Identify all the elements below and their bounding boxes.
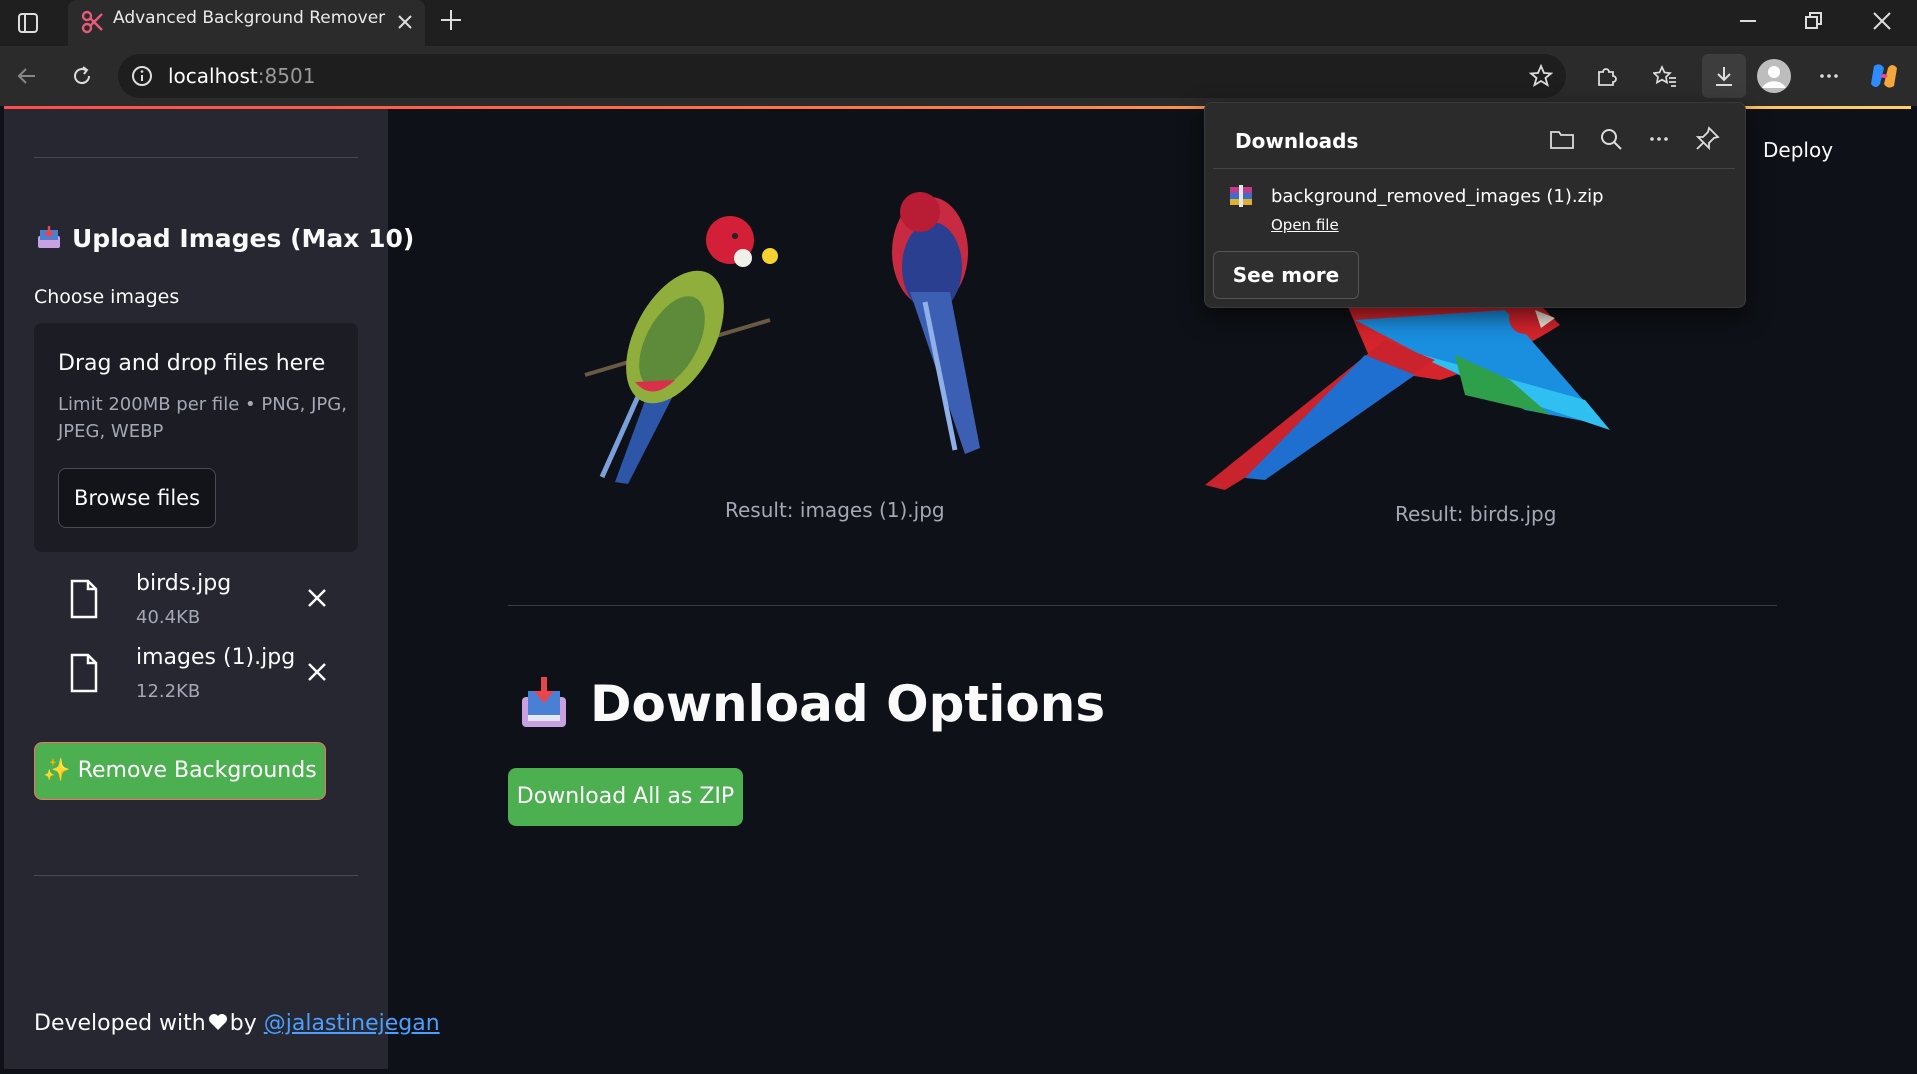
- result-image: [580, 192, 1000, 484]
- tab-title: Advanced Background Remover: [113, 8, 386, 28]
- uploaded-file-item: images (1).jpg 12.2KB: [64, 645, 344, 709]
- dropzone-subtitle: Limit 200MB per file • PNG, JPG, JPEG, W…: [58, 394, 347, 442]
- favorites-icon[interactable]: [1647, 58, 1683, 94]
- download-options-heading: Download Options: [520, 675, 1105, 733]
- downloads-separator: [1213, 168, 1735, 169]
- main-divider: [508, 605, 1777, 606]
- file-name: images (1).jpg: [136, 645, 296, 670]
- uploaded-file-item: birds.jpg 40.4KB: [64, 571, 344, 635]
- sidebar-heading: Upload Images (Max 10): [36, 224, 414, 253]
- browser-tab[interactable]: Advanced Background Remover: [68, 0, 425, 46]
- url-text[interactable]: localhost:8501: [168, 64, 315, 88]
- file-size: 12.2KB: [136, 681, 201, 702]
- pin-icon[interactable]: [1693, 125, 1721, 153]
- address-bar[interactable]: localhost:8501: [118, 54, 1566, 98]
- search-icon[interactable]: [1597, 125, 1625, 153]
- result-caption: Result: images (1).jpg: [725, 498, 945, 522]
- minimize-icon[interactable]: [1713, 0, 1783, 42]
- scissors-favicon-icon: [80, 9, 106, 35]
- author-link[interactable]: @jalastinejegan: [264, 1011, 440, 1036]
- footer-credit: Developed with by @jalastinejegan: [34, 1011, 440, 1036]
- refresh-icon[interactable]: [64, 58, 100, 94]
- open-file-link[interactable]: Open file: [1271, 216, 1339, 234]
- result-caption: Result: birds.jpg: [1395, 502, 1557, 526]
- download-zip-button[interactable]: Download All as ZIP: [508, 768, 743, 826]
- sidebar-divider-top: [34, 157, 358, 158]
- close-icon[interactable]: [393, 10, 417, 34]
- downloads-panel: Downloads background_removed_images (1).…: [1204, 102, 1746, 308]
- url-host: localhost: [168, 64, 258, 88]
- see-more-button[interactable]: See more: [1213, 251, 1359, 299]
- sidebar-heading-text: Upload Images (Max 10): [72, 224, 415, 253]
- inbox-tray-icon: [36, 224, 62, 250]
- dropzone-title: Drag and drop files here: [58, 351, 326, 376]
- choose-images-label: Choose images: [34, 286, 180, 308]
- file-name: birds.jpg: [136, 571, 232, 596]
- downloads-title: Downloads: [1235, 129, 1359, 153]
- tab-actions-icon[interactable]: [14, 9, 42, 37]
- deploy-button[interactable]: Deploy: [1763, 138, 1833, 162]
- footer-prefix: Developed with: [34, 1011, 206, 1036]
- download-icon[interactable]: [1702, 54, 1746, 98]
- heart-icon: [208, 1012, 228, 1030]
- restore-icon[interactable]: [1779, 0, 1849, 42]
- more-options-icon[interactable]: [1645, 125, 1673, 153]
- file-icon: [68, 653, 100, 693]
- file-size: 40.4KB: [136, 607, 201, 628]
- open-folder-icon[interactable]: [1548, 125, 1576, 153]
- download-options-text: Download Options: [590, 675, 1106, 733]
- inbox-tray-icon: [520, 677, 568, 729]
- remove-file-icon[interactable]: [304, 659, 330, 685]
- more-icon[interactable]: [1811, 58, 1847, 94]
- info-icon[interactable]: [130, 64, 154, 88]
- back-icon[interactable]: [9, 58, 45, 94]
- remove-backgrounds-button[interactable]: ✨ Remove Backgrounds: [34, 742, 326, 800]
- result-image: [1205, 300, 1610, 490]
- copilot-icon[interactable]: [1866, 58, 1902, 94]
- zip-archive-icon: [1229, 185, 1253, 207]
- downloaded-file-name[interactable]: background_removed_images (1).zip: [1271, 186, 1604, 207]
- browser-tab-bar: Advanced Background Remover: [0, 0, 1917, 46]
- sidebar-divider-bottom: [34, 875, 358, 876]
- url-port: :8501: [257, 64, 316, 88]
- browser-toolbar: localhost:8501: [0, 46, 1917, 106]
- file-icon: [68, 579, 100, 619]
- profile-icon[interactable]: [1756, 58, 1792, 94]
- footer-by: by: [229, 1011, 257, 1036]
- file-dropzone[interactable]: Drag and drop files here Limit 200MB per…: [34, 323, 358, 552]
- close-window-icon[interactable]: [1847, 0, 1917, 42]
- favorite-star-icon[interactable]: [1528, 63, 1554, 89]
- browse-files-button[interactable]: Browse files: [58, 468, 216, 528]
- extensions-icon[interactable]: [1588, 58, 1624, 94]
- remove-file-icon[interactable]: [304, 585, 330, 611]
- plus-icon[interactable]: [436, 5, 466, 35]
